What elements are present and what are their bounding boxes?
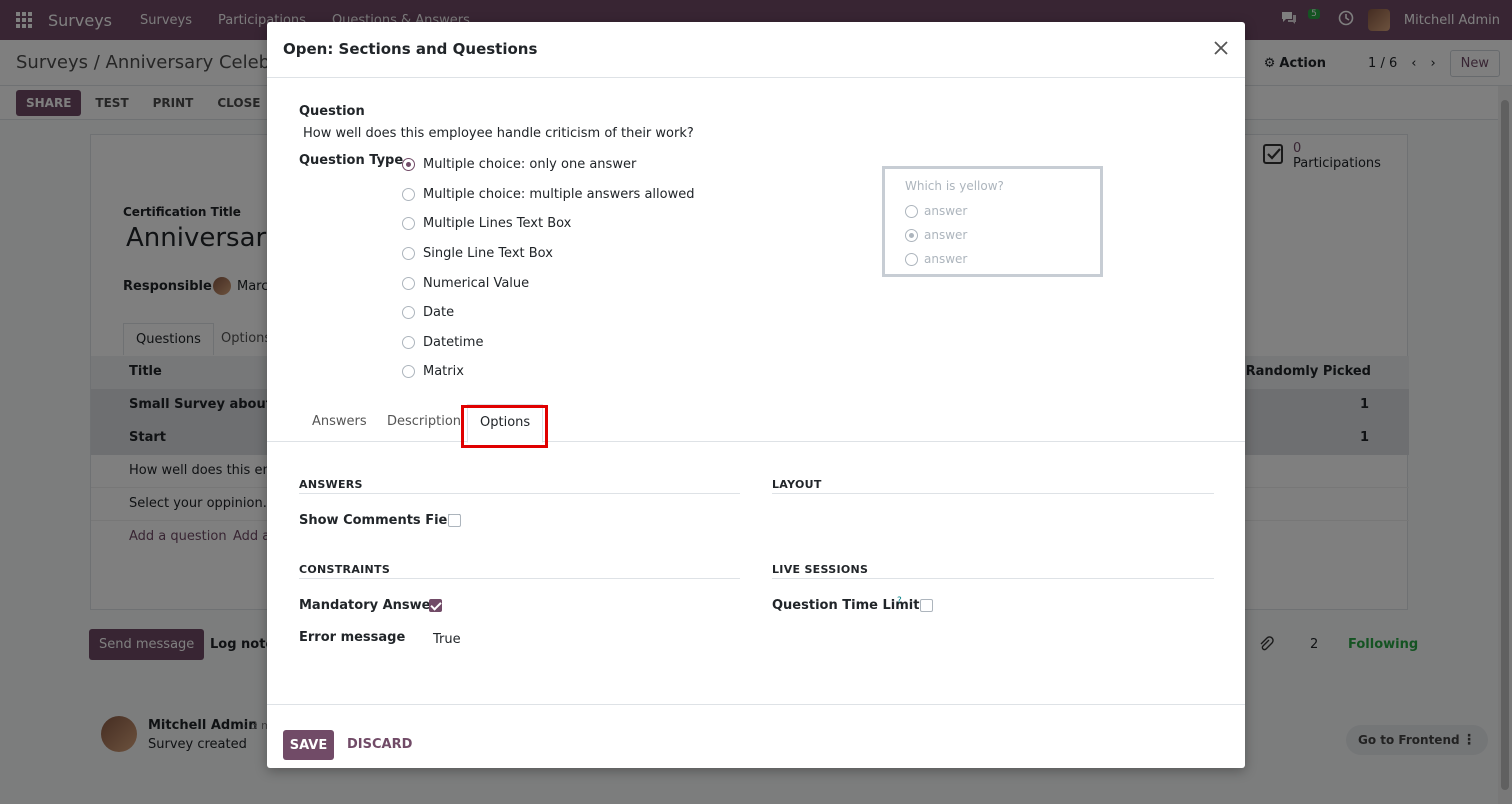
error-message-input[interactable]: True	[433, 632, 461, 647]
dialog-title: Open: Sections and Questions	[283, 40, 538, 58]
dialog-footer: SAVE DISCARD	[267, 704, 1245, 768]
tab-highlight-box	[461, 405, 548, 448]
time-limit-help-icon[interactable]: ?	[897, 596, 902, 606]
section-constraints: CONSTRAINTS	[299, 563, 740, 579]
question-type-date[interactable]: Date	[402, 298, 694, 328]
radio-button[interactable]	[402, 365, 415, 379]
show-comments-label: Show Comments Field	[299, 513, 462, 528]
question-type-matrix[interactable]: Matrix	[402, 357, 694, 387]
radio-button[interactable]	[402, 335, 415, 349]
question-type-datetime[interactable]: Datetime	[402, 328, 694, 358]
dialog-header: Open: Sections and Questions	[267, 22, 1245, 78]
radio-button[interactable]	[402, 187, 415, 201]
preview-radio-icon	[905, 228, 918, 242]
radio-button[interactable]	[402, 158, 415, 172]
mandatory-answer-checkbox[interactable]	[429, 599, 442, 612]
question-type-preview: Which is yellow? answer answer answer	[882, 166, 1103, 277]
tab-description[interactable]: Description	[387, 414, 461, 429]
section-live-sessions: LIVE SESSIONS	[772, 563, 1214, 579]
preview-radio-icon	[905, 252, 918, 266]
question-input[interactable]: How well does this employee handle criti…	[303, 126, 694, 141]
error-message-label: Error message	[299, 630, 406, 645]
preview-radio-icon	[905, 204, 918, 218]
preview-title: Which is yellow?	[905, 179, 1004, 193]
question-type-label: Question Type	[299, 153, 404, 168]
radio-button[interactable]	[402, 276, 415, 290]
mandatory-answer-label: Mandatory Answer	[299, 598, 437, 613]
section-answers: ANSWERS	[299, 478, 740, 494]
question-type-single-line-text[interactable]: Single Line Text Box	[402, 239, 694, 269]
section-layout: LAYOUT	[772, 478, 1214, 494]
discard-button[interactable]: DISCARD	[347, 737, 412, 752]
radio-button[interactable]	[402, 247, 415, 261]
dialog-tabs: Answers Description Options	[267, 404, 1245, 443]
question-type-numerical[interactable]: Numerical Value	[402, 268, 694, 298]
time-limit-checkbox[interactable]	[920, 599, 933, 612]
question-dialog: Open: Sections and Questions Question Ho…	[267, 22, 1245, 768]
radio-button[interactable]	[402, 217, 415, 231]
question-label: Question	[299, 104, 365, 119]
save-button[interactable]: SAVE	[283, 730, 334, 760]
show-comments-checkbox[interactable]	[448, 514, 461, 527]
question-type-single-choice[interactable]: Multiple choice: only one answer	[402, 150, 694, 180]
tab-answers[interactable]: Answers	[312, 414, 367, 429]
question-type-radio-group: Multiple choice: only one answer Multipl…	[402, 150, 694, 387]
question-type-multiple-choice[interactable]: Multiple choice: multiple answers allowe…	[402, 180, 694, 210]
question-type-multiline-text[interactable]: Multiple Lines Text Box	[402, 209, 694, 239]
radio-button[interactable]	[402, 306, 415, 320]
close-icon[interactable]	[1211, 38, 1231, 58]
